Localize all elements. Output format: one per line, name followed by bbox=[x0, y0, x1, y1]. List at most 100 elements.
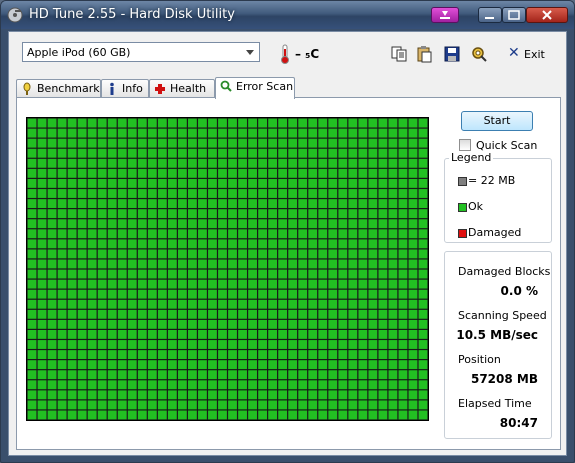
scan-block bbox=[208, 239, 217, 249]
scan-block bbox=[218, 128, 227, 138]
scan-block bbox=[328, 158, 338, 168]
scan-block bbox=[198, 239, 207, 249]
tab-health[interactable]: Health bbox=[149, 79, 215, 97]
scan-block bbox=[288, 360, 298, 370]
scan-block bbox=[378, 239, 388, 249]
tab-label: Benchmark bbox=[37, 82, 100, 95]
scan-block bbox=[328, 319, 338, 329]
scan-block bbox=[37, 138, 47, 148]
scan-block bbox=[288, 209, 298, 219]
scan-block bbox=[117, 279, 127, 289]
scan-block bbox=[47, 209, 57, 219]
scan-block bbox=[27, 410, 37, 420]
scan-block bbox=[167, 269, 177, 279]
scan-block bbox=[248, 400, 257, 410]
scan-block bbox=[268, 148, 278, 158]
scan-block bbox=[408, 289, 418, 299]
scan-block bbox=[338, 380, 348, 390]
scan-block bbox=[238, 229, 247, 239]
scan-block bbox=[37, 259, 47, 269]
scan-block bbox=[157, 209, 167, 219]
paste-icon[interactable] bbox=[416, 45, 434, 63]
scan-block bbox=[308, 219, 318, 229]
scan-block bbox=[137, 189, 147, 198]
scan-block bbox=[137, 229, 147, 239]
scan-block bbox=[157, 118, 167, 128]
copy-icon[interactable] bbox=[390, 45, 408, 63]
scan-block bbox=[67, 158, 77, 168]
scan-block bbox=[218, 319, 227, 329]
scan-block bbox=[127, 168, 137, 178]
scan-block bbox=[338, 158, 348, 168]
scan-block bbox=[127, 279, 137, 289]
scan-block bbox=[37, 229, 47, 239]
scan-block bbox=[378, 168, 388, 178]
scan-block bbox=[87, 179, 97, 188]
scan-block bbox=[27, 319, 37, 329]
scan-block bbox=[308, 148, 318, 158]
drive-select[interactable]: Apple iPod (60 GB) bbox=[22, 42, 260, 62]
scan-block bbox=[27, 249, 37, 259]
scan-block bbox=[97, 279, 107, 289]
exit-button[interactable]: ✕ Exit bbox=[508, 45, 548, 64]
scan-block bbox=[177, 299, 187, 309]
scan-block bbox=[77, 319, 87, 329]
scan-block bbox=[57, 269, 67, 279]
scan-block bbox=[137, 400, 147, 410]
scan-block bbox=[418, 179, 428, 188]
scan-block bbox=[408, 239, 418, 249]
scan-block bbox=[67, 279, 77, 289]
scan-block bbox=[208, 269, 217, 279]
scan-block bbox=[107, 179, 117, 188]
scan-block bbox=[288, 380, 298, 390]
scan-block bbox=[37, 219, 47, 229]
title-bar[interactable]: HD Tune 2.55 - Hard Disk Utility bbox=[1, 1, 574, 29]
scan-block bbox=[167, 319, 177, 329]
scan-block bbox=[388, 319, 398, 329]
taskbar-hide-button[interactable] bbox=[431, 7, 459, 23]
scan-block bbox=[147, 199, 157, 208]
scan-block bbox=[97, 340, 107, 349]
scan-block bbox=[348, 269, 358, 279]
minimize-button[interactable] bbox=[478, 7, 502, 23]
save-icon[interactable] bbox=[443, 45, 461, 63]
scan-block bbox=[228, 299, 237, 309]
scan-block bbox=[107, 299, 117, 309]
tab-error-scan[interactable]: Error Scan bbox=[215, 77, 295, 99]
scan-block bbox=[238, 360, 247, 370]
scan-block bbox=[288, 179, 298, 188]
tab-info[interactable]: Info bbox=[101, 79, 149, 97]
scan-block bbox=[348, 299, 358, 309]
legend-swatch-green bbox=[458, 203, 467, 212]
scan-block bbox=[418, 340, 428, 349]
scan-block bbox=[57, 299, 67, 309]
quick-scan-box[interactable] bbox=[459, 139, 471, 151]
options-gear-icon[interactable] bbox=[470, 45, 488, 63]
scan-block bbox=[188, 380, 197, 390]
chevron-down-icon[interactable] bbox=[243, 45, 257, 59]
scan-block bbox=[308, 360, 318, 370]
start-button[interactable]: Start bbox=[461, 111, 533, 131]
scan-block bbox=[268, 249, 278, 259]
scan-block bbox=[37, 400, 47, 410]
scan-block bbox=[157, 350, 167, 359]
client-area: Apple iPod (60 GB) – ₅C ✕ Exit Benchmark… bbox=[8, 31, 567, 456]
scan-block bbox=[67, 209, 77, 219]
scan-block bbox=[268, 289, 278, 299]
scan-block bbox=[47, 299, 57, 309]
scan-block bbox=[188, 128, 197, 138]
maximize-button[interactable] bbox=[502, 7, 526, 23]
scan-block bbox=[358, 239, 368, 249]
position-label: Position bbox=[458, 353, 501, 366]
scan-block bbox=[278, 410, 288, 420]
scan-block bbox=[288, 239, 298, 249]
scan-block bbox=[67, 118, 77, 128]
scan-block bbox=[177, 330, 187, 339]
scan-block bbox=[27, 259, 37, 269]
tab-benchmark[interactable]: Benchmark bbox=[16, 79, 101, 97]
scan-block bbox=[408, 249, 418, 259]
close-button[interactable] bbox=[526, 7, 568, 23]
scan-block bbox=[308, 309, 318, 319]
scan-block bbox=[47, 138, 57, 148]
scan-block bbox=[167, 400, 177, 410]
